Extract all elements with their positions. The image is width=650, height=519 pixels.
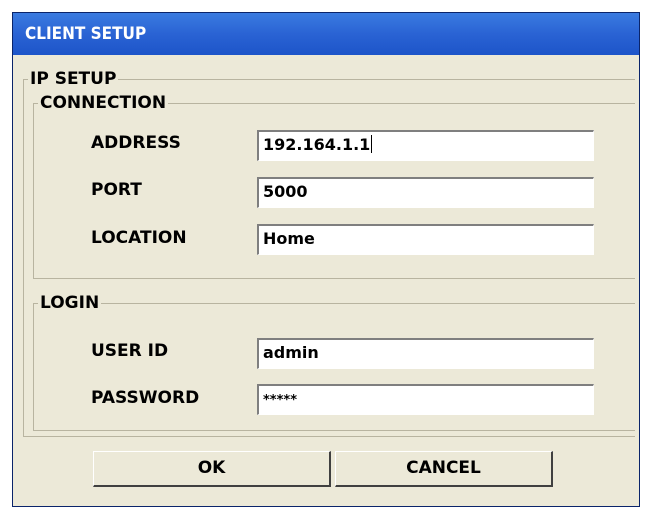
client-setup-window: CLIENT SETUP IP SETUP CONNECTION ADDRESS… bbox=[12, 12, 640, 507]
ok-button-label: OK bbox=[197, 458, 226, 478]
password-value: ***** bbox=[263, 393, 297, 408]
window-title-bar[interactable]: CLIENT SETUP bbox=[13, 13, 639, 55]
address-label: ADDRESS bbox=[91, 133, 181, 153]
connection-legend: CONNECTION bbox=[40, 93, 167, 113]
address-field[interactable]: 192.164.1.1 bbox=[257, 130, 594, 161]
user-id-value: admin bbox=[263, 343, 319, 362]
location-field[interactable]: Home bbox=[257, 224, 594, 255]
port-value: 5000 bbox=[263, 182, 308, 201]
password-field[interactable]: ***** bbox=[257, 384, 594, 415]
user-id-field[interactable]: admin bbox=[257, 338, 594, 369]
ok-button[interactable]: OK bbox=[93, 451, 331, 487]
location-label: LOCATION bbox=[91, 228, 187, 248]
password-label: PASSWORD bbox=[91, 388, 200, 408]
address-value: 192.164.1.1 bbox=[263, 135, 371, 154]
ip-setup-legend: IP SETUP bbox=[30, 69, 117, 89]
window-title: CLIENT SETUP bbox=[25, 24, 147, 44]
location-value: Home bbox=[263, 229, 315, 248]
text-caret bbox=[371, 135, 373, 153]
port-field[interactable]: 5000 bbox=[257, 177, 594, 208]
cancel-button-label: CANCEL bbox=[406, 458, 481, 478]
port-label: PORT bbox=[91, 180, 142, 200]
login-legend: LOGIN bbox=[40, 293, 100, 313]
user-id-label: USER ID bbox=[91, 341, 169, 361]
cancel-button[interactable]: CANCEL bbox=[335, 451, 553, 487]
